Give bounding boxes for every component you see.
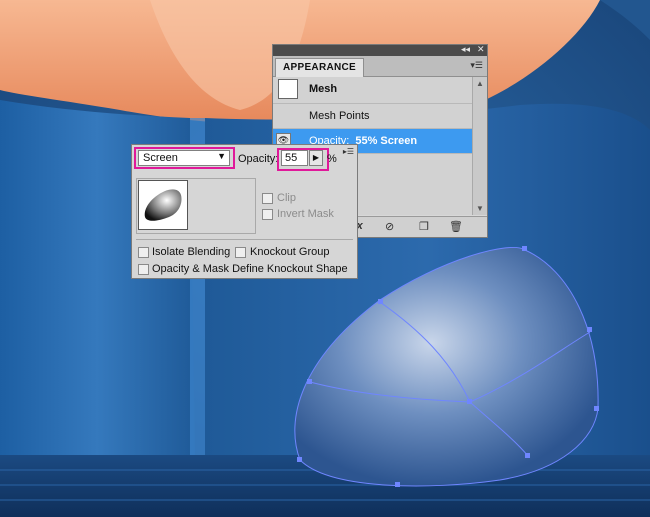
appearance-row-mesh-points[interactable]: Mesh Points	[273, 104, 473, 129]
isolate-blending-checkbox[interactable]	[138, 247, 149, 258]
scroll-down-icon[interactable]: ▼	[476, 204, 484, 213]
clear-icon[interactable]: ⊘	[385, 220, 394, 233]
row-label: Mesh	[309, 83, 338, 95]
scroll-up-icon[interactable]: ▲	[476, 79, 484, 88]
blend-mode-select[interactable]: Screen ▼	[138, 150, 230, 166]
row-label: Mesh Points	[309, 110, 370, 122]
invert-mask-label: Invert Mask	[277, 208, 334, 220]
invert-mask-checkbox[interactable]	[262, 209, 273, 220]
delete-icon[interactable]: 🗑	[449, 220, 463, 233]
opacity-mask-knockout-label: Opacity & Mask Define Knockout Shape	[152, 263, 348, 275]
appearance-row-mesh[interactable]: Mesh	[273, 77, 473, 104]
knockout-group-checkbox[interactable]	[235, 247, 246, 258]
clip-checkbox[interactable]	[262, 193, 273, 204]
panel-menu-icon[interactable]: ▾☰	[470, 60, 483, 71]
panel-menu-icon[interactable]: ▸☰	[343, 147, 354, 156]
duplicate-icon[interactable]: ❐	[419, 220, 429, 233]
collapse-icon[interactable]: ◂◂	[461, 44, 470, 55]
close-icon[interactable]: ✕	[477, 44, 485, 55]
tab-appearance[interactable]: APPEARANCE	[275, 58, 365, 77]
clip-label: Clip	[277, 192, 296, 204]
transparency-panel: Screen ▼ Opacity: 55 ▶ % ▸☰ Clip Invert …	[131, 144, 358, 279]
opacity-mask-knockout-checkbox[interactable]	[138, 264, 149, 275]
thumbnail-shape	[144, 189, 182, 221]
blend-mode-value: Screen	[143, 152, 178, 164]
opacity-input[interactable]: 55	[281, 150, 308, 166]
opacity-popup-arrow-icon[interactable]: ▶	[309, 150, 323, 166]
isolate-blending-label: Isolate Blending	[152, 246, 231, 258]
opacity-label: Opacity:	[238, 153, 279, 165]
opacity-value-text: 55% Screen	[355, 135, 418, 147]
divider	[136, 239, 353, 240]
panel-scrollbar[interactable]: ▲ ▼	[472, 77, 487, 215]
chevron-down-icon: ▼	[217, 151, 226, 161]
percent-sign: %	[327, 153, 337, 165]
tab-row: APPEARANCE ▾☰	[273, 56, 487, 77]
knockout-group-label: Knockout Group	[250, 246, 330, 258]
panel-titlebar[interactable]: ◂◂ ✕	[273, 44, 487, 56]
object-thumbnail[interactable]	[138, 180, 188, 230]
fill-swatch[interactable]	[278, 79, 298, 99]
